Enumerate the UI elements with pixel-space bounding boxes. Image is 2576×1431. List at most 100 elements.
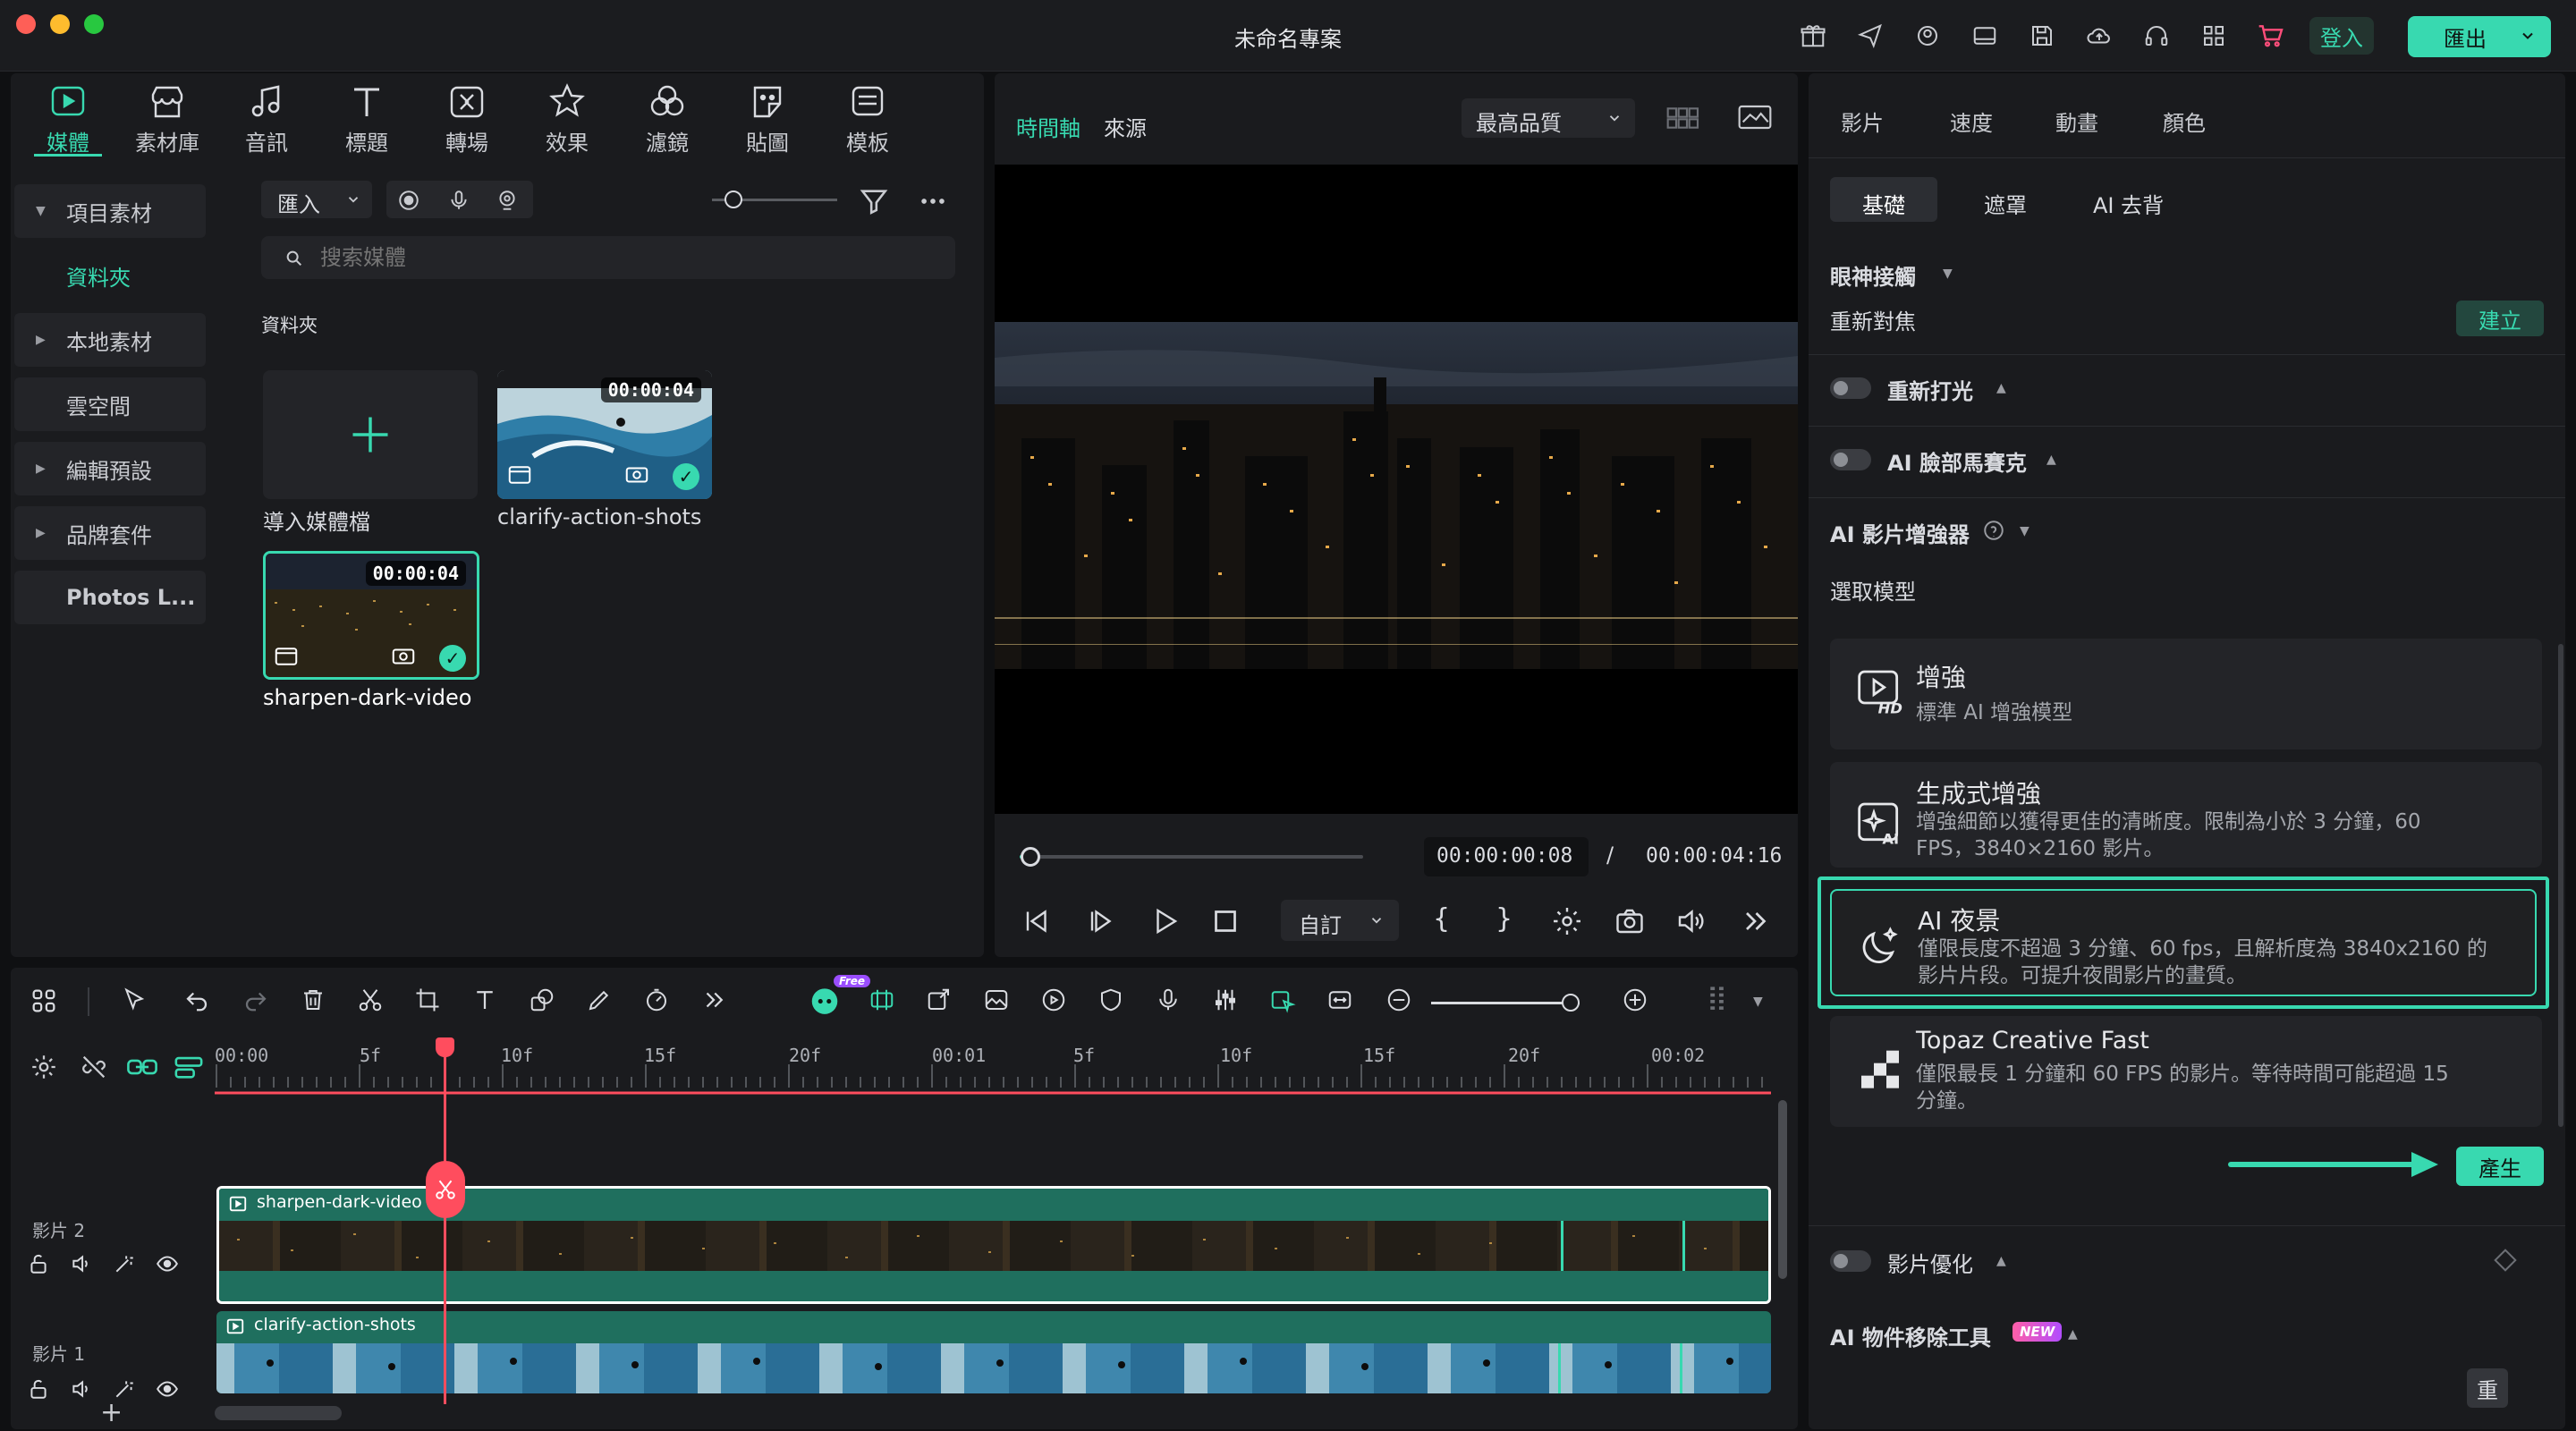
model-ai-night[interactable]: AI 夜景 僅限長度不超過 3 分鐘、60 fps，且解析度為 3840x216… [1830, 889, 2537, 996]
nav-media[interactable]: 媒體 [23, 82, 113, 157]
magnet-snap-icon[interactable] [172, 1052, 206, 1082]
audio-stretch-icon[interactable] [1036, 982, 1072, 1018]
eye-icon[interactable] [156, 1252, 179, 1275]
clip-clarify-action-shots[interactable]: clarify-action-shots [216, 1311, 1771, 1393]
model-enhance[interactable]: HD 增強 標準 AI 增強模型 [1830, 639, 2542, 749]
tab-animation[interactable]: 動畫 [2055, 106, 2098, 137]
play-icon[interactable] [1148, 905, 1181, 937]
prev-frame-icon[interactable] [1020, 905, 1052, 937]
properties-scrollbar[interactable] [2558, 644, 2563, 1127]
optimize-toggle[interactable] [1830, 1250, 1871, 1272]
eye-icon[interactable] [156, 1377, 179, 1401]
ai-cut-icon[interactable] [1265, 982, 1301, 1018]
cart-icon[interactable] [2253, 18, 2289, 54]
track-layout-icon[interactable] [1701, 982, 1737, 1018]
split-handle[interactable] [426, 1161, 465, 1218]
subtab-ai-cutout[interactable]: AI 去背 [2093, 188, 2164, 219]
tab-speed[interactable]: 速度 [1950, 106, 1993, 137]
grid-view-icon[interactable] [1665, 104, 1701, 132]
caret-up-icon[interactable]: ▲ [1996, 1254, 2006, 1268]
tab-color[interactable]: 顏色 [2163, 106, 2206, 137]
headset-icon[interactable] [2139, 18, 2174, 54]
sidebar-item-local[interactable]: ▶ 本地素材 [14, 313, 206, 367]
nav-effects[interactable]: 效果 [522, 82, 612, 157]
generate-button[interactable]: 產生 [2456, 1147, 2544, 1186]
shield-icon[interactable] [1093, 982, 1129, 1018]
zoom-handle[interactable] [1562, 994, 1580, 1012]
webcam-icon[interactable] [496, 189, 519, 212]
lock-icon[interactable] [27, 1377, 50, 1401]
import-dropdown[interactable]: 匯入 [261, 181, 372, 218]
fit-timeline-icon[interactable] [1322, 982, 1358, 1018]
next-frame-icon[interactable] [1084, 905, 1116, 937]
login-button[interactable]: 登入 [2309, 17, 2374, 55]
send-icon[interactable] [1852, 18, 1888, 54]
voiceover-mic-icon[interactable] [1150, 982, 1186, 1018]
video-canvas[interactable] [995, 165, 1798, 814]
zoom-out-icon[interactable] [1381, 982, 1417, 1018]
layout-icon[interactable] [1967, 18, 2003, 54]
more-tools-icon[interactable] [696, 982, 732, 1018]
tab-source[interactable]: 來源 [1104, 111, 1147, 142]
lock-icon[interactable] [27, 1252, 50, 1275]
expand-more-icon[interactable] [1739, 905, 1771, 937]
mark-in-icon[interactable]: { [1433, 903, 1450, 935]
caret-up-icon[interactable]: ▲ [2068, 1327, 2078, 1342]
tab-timeline[interactable]: 時間軸 [1016, 111, 1080, 142]
timeline-vscroll-thumb[interactable] [1778, 1100, 1787, 1279]
nav-library[interactable]: 素材庫 [123, 82, 212, 157]
zoom-in-icon[interactable] [1617, 982, 1653, 1018]
apps-icon[interactable] [2196, 18, 2232, 54]
playhead-head[interactable] [436, 1037, 454, 1057]
microphone-icon[interactable] [447, 189, 470, 212]
model-generative[interactable]: AI 生成式增強 增強細節以獲得更佳的清晰度。限制為小於 3 分鐘，60 FPS… [1830, 762, 2542, 868]
record-screen-icon[interactable] [397, 189, 420, 212]
split-scissors-icon[interactable] [352, 982, 388, 1018]
link-icon[interactable] [125, 1052, 159, 1082]
export-button[interactable]: 匯出 [2408, 16, 2551, 57]
media-item-sharpen[interactable]: 00:00:04 ✓ [263, 551, 479, 680]
model-topaz[interactable]: Topaz Creative Fast 僅限最長 1 分鐘和 60 FPS 的影… [1830, 1016, 2542, 1127]
subtab-mask[interactable]: 遮罩 [1984, 188, 2027, 219]
sidebar-item-project-media[interactable]: ▼ 項目素材 [14, 184, 206, 238]
shape-icon[interactable] [524, 982, 560, 1018]
snapshot-camera-icon[interactable] [1614, 905, 1646, 937]
reset-button[interactable]: 重 [2467, 1368, 2508, 1408]
caret-down-icon[interactable]: ▼ [1753, 995, 1763, 1009]
crop-icon[interactable] [410, 982, 445, 1018]
sidebar-item-cloud[interactable]: 雲空間 [14, 377, 206, 431]
audio-mixer-icon[interactable] [1208, 982, 1243, 1018]
nav-templates[interactable]: 模板 [823, 82, 912, 157]
tab-video[interactable]: 影片 [1841, 106, 1884, 137]
community-icon[interactable] [1910, 18, 1945, 54]
thumb-size-handle[interactable] [724, 191, 742, 208]
caret-down-icon[interactable]: ▼ [2020, 524, 2029, 538]
sidebar-item-photos[interactable]: Photos L... [14, 571, 206, 624]
nav-stickers[interactable]: 貼圖 [723, 82, 812, 157]
sidebar-item-folder[interactable]: 資料夾 [14, 249, 206, 302]
export-clip-icon[interactable] [921, 982, 957, 1018]
zoom-slider[interactable] [1431, 1002, 1580, 1004]
playback-progress-track[interactable] [1020, 855, 1363, 859]
text-tool-icon[interactable] [467, 982, 503, 1018]
layout-grid-icon[interactable] [29, 986, 59, 1016]
mark-out-icon[interactable]: } [1496, 903, 1513, 935]
save-icon[interactable] [2024, 18, 2060, 54]
media-item-clarify[interactable]: 00:00:04 ✓ [497, 370, 712, 499]
quality-dropdown[interactable]: 最高品質 [1462, 98, 1635, 138]
nav-filters[interactable]: 濾鏡 [623, 82, 712, 157]
timeline-hscroll-thumb[interactable] [215, 1406, 342, 1420]
gift-icon[interactable] [1795, 18, 1831, 54]
undo-icon[interactable] [179, 982, 215, 1018]
sidebar-item-brand-kit[interactable]: ▶ 品牌套件 [14, 506, 206, 560]
ai-mate-icon[interactable] [807, 982, 843, 1018]
search-input[interactable] [320, 243, 937, 272]
playhead-handle[interactable] [1020, 847, 1040, 867]
timeline-settings-icon[interactable] [29, 1052, 59, 1082]
select-tool-icon[interactable] [116, 982, 152, 1018]
import-media-tile[interactable] [263, 370, 478, 499]
sidebar-item-presets[interactable]: ▶ 編輯預設 [14, 442, 206, 495]
delete-icon[interactable] [295, 982, 331, 1018]
create-button[interactable]: 建立 [2456, 301, 2544, 336]
help-icon[interactable] [1982, 519, 2005, 542]
